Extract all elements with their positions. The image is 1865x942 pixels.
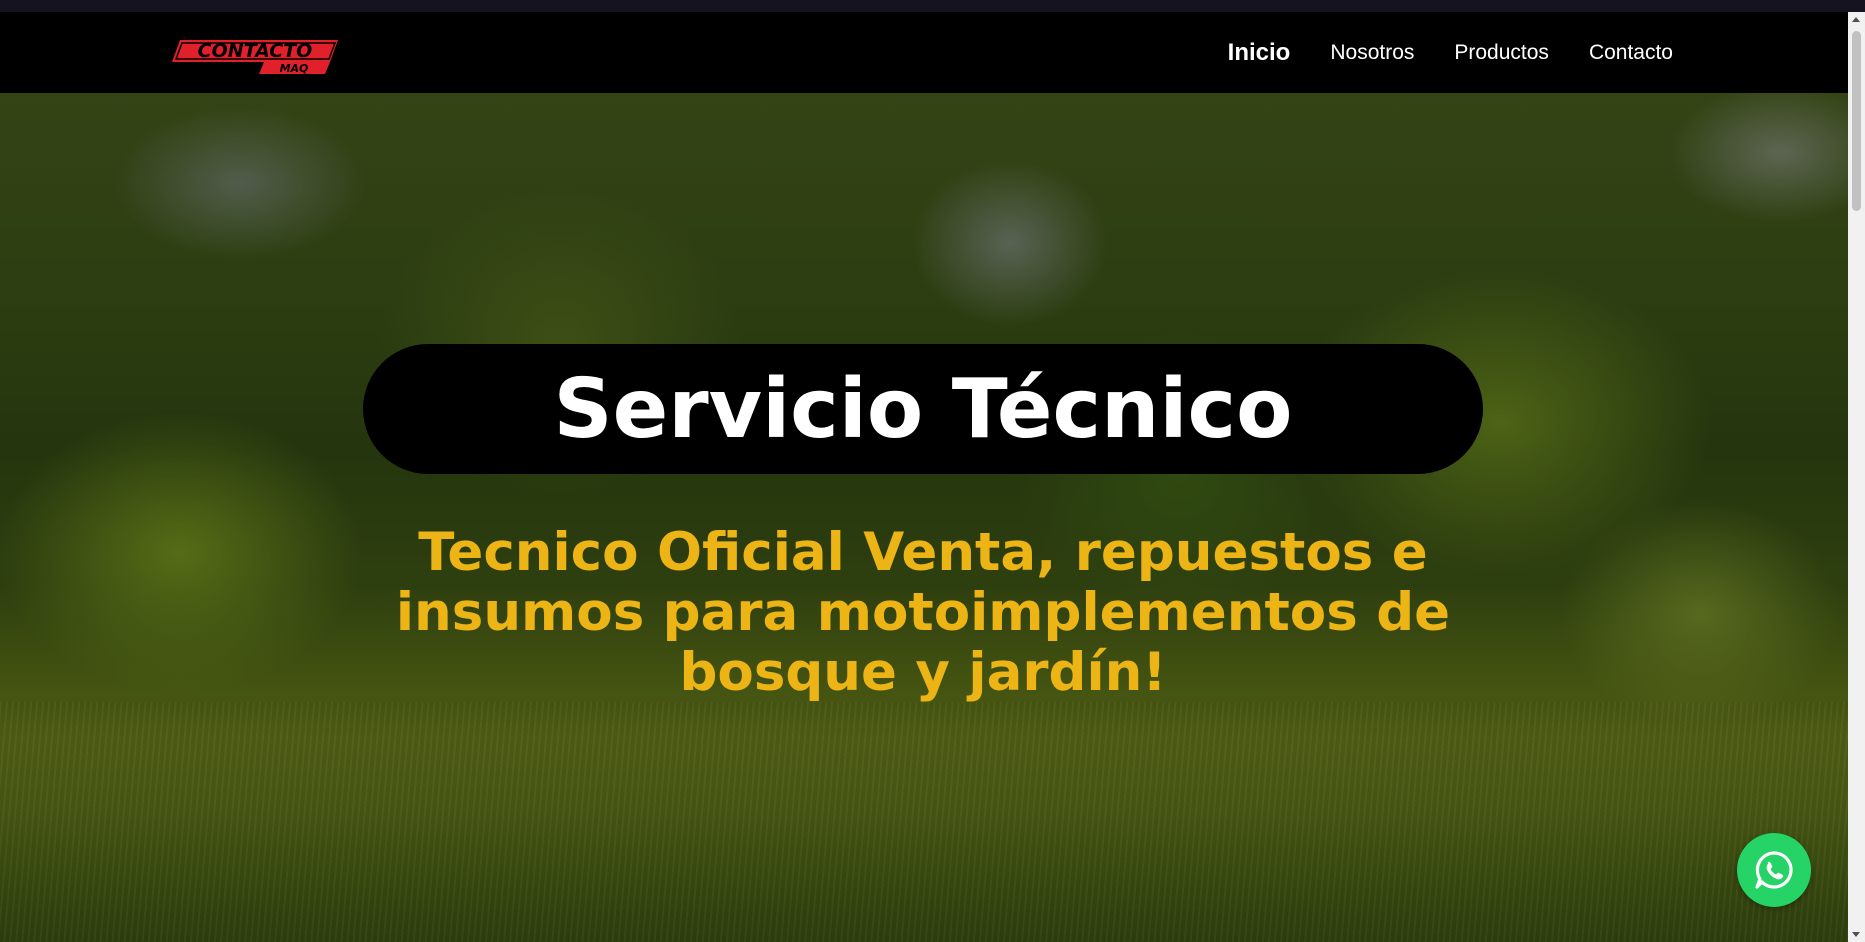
logo-graphic: CONTACTO MAQ: [172, 40, 338, 75]
brand-logo[interactable]: CONTACTO MAQ: [172, 34, 338, 76]
nav-item-contacto[interactable]: Contacto: [1589, 41, 1673, 65]
scrollbar-thumb[interactable]: [1852, 31, 1861, 211]
whatsapp-button[interactable]: [1737, 833, 1811, 907]
browser-top-strip: [0, 0, 1865, 12]
nav-item-nosotros[interactable]: Nosotros: [1330, 41, 1414, 65]
hero-subtitle: Tecnico Oficial Venta, repuestos e insum…: [395, 522, 1451, 703]
logo-text: CONTACTO: [198, 40, 313, 62]
main-nav: Inicio Nosotros Productos Contacto: [1228, 12, 1673, 93]
hero-section: Servicio Técnico Tecnico Oficial Venta, …: [0, 93, 1848, 942]
whatsapp-icon: [1755, 851, 1793, 889]
navbar: CONTACTO MAQ Inicio Nosotros Productos C…: [0, 12, 1848, 93]
scroll-down-icon[interactable]: [1852, 932, 1860, 937]
scroll-up-icon[interactable]: [1852, 17, 1860, 22]
nav-item-inicio[interactable]: Inicio: [1228, 39, 1291, 67]
hero-title: Servicio Técnico: [553, 361, 1293, 457]
logo-subtext: MAQ: [280, 62, 309, 75]
hero-background-grass: [0, 702, 1848, 942]
hero-title-pill: Servicio Técnico: [363, 344, 1483, 474]
vertical-scrollbar[interactable]: [1848, 12, 1865, 942]
nav-item-productos[interactable]: Productos: [1454, 41, 1549, 65]
